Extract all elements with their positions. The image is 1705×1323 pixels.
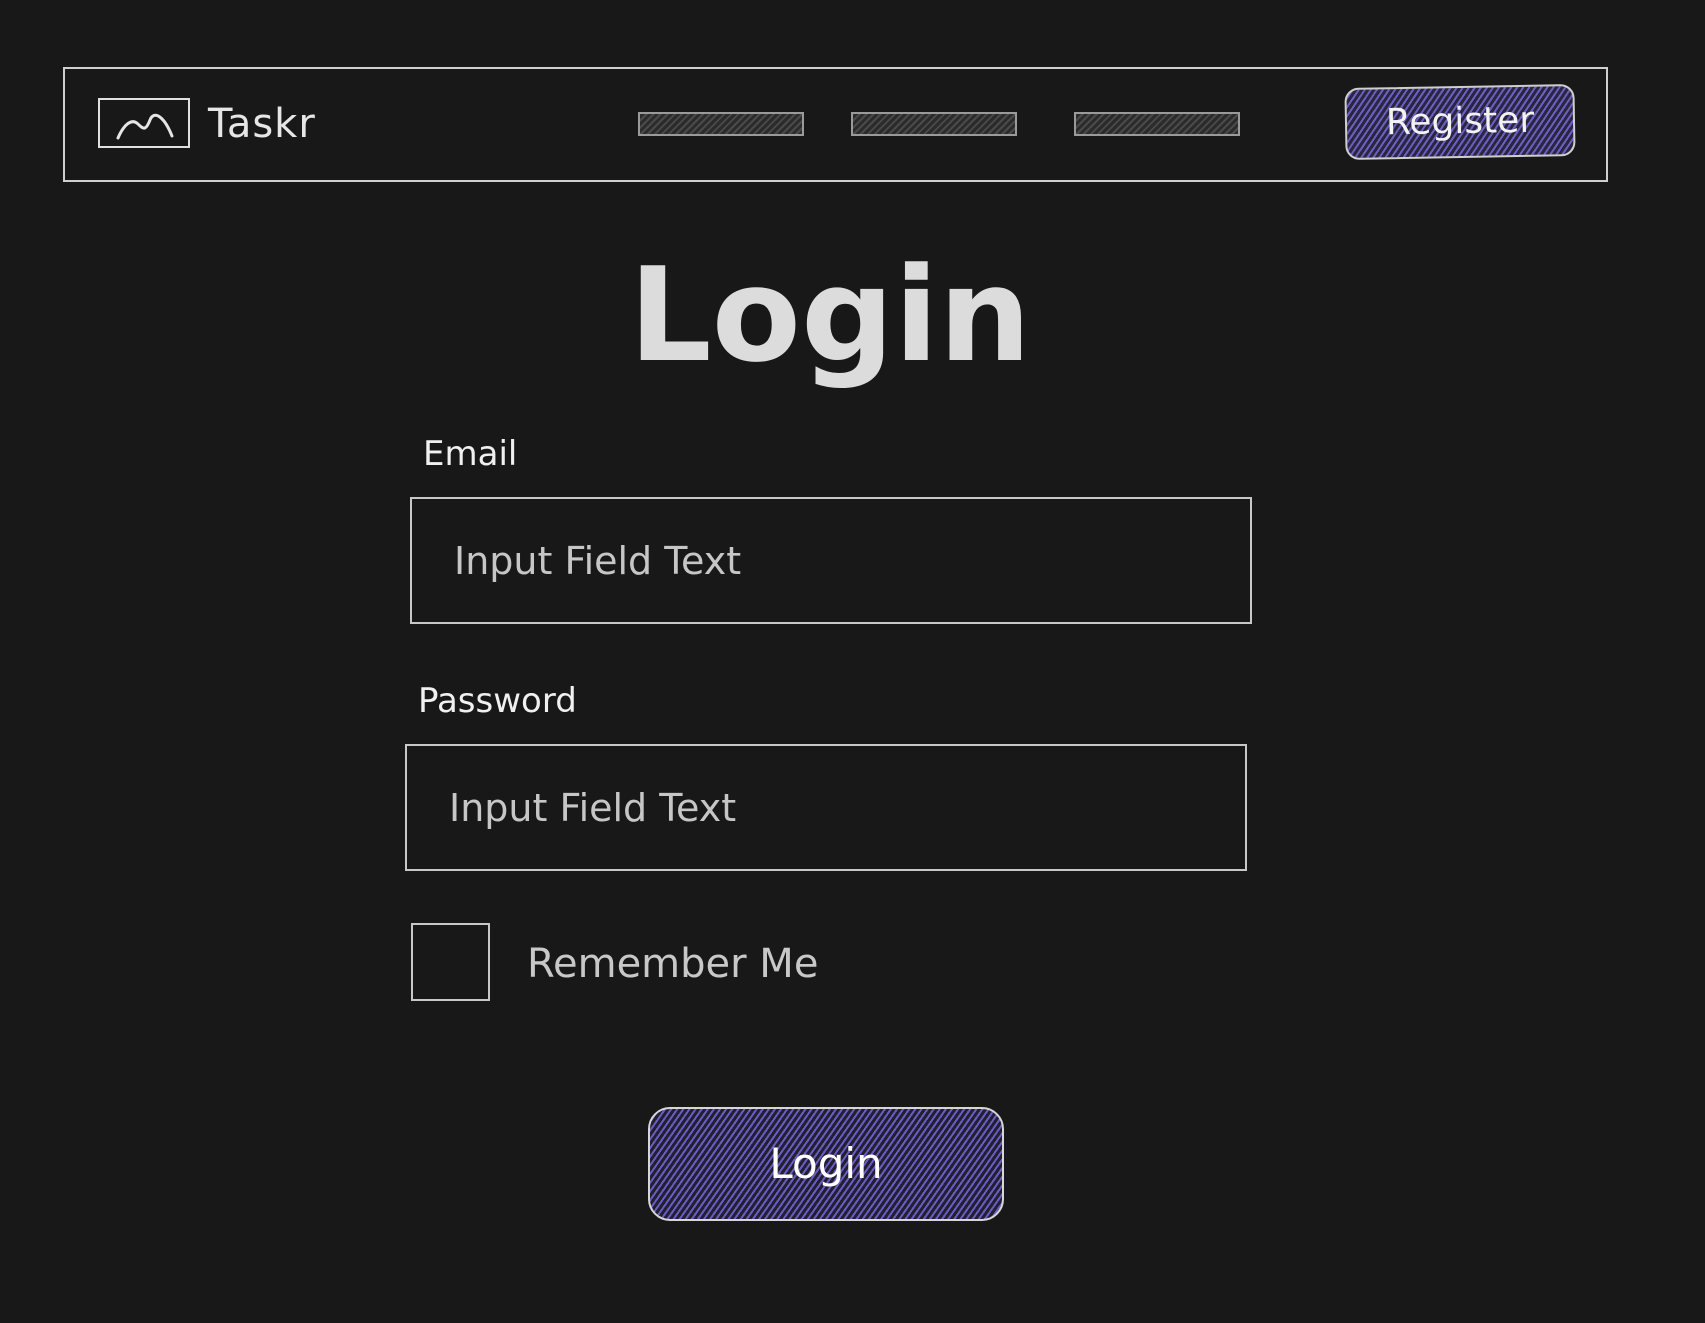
- email-label: Email: [423, 434, 518, 474]
- password-field[interactable]: Input Field Text: [405, 744, 1247, 871]
- remember-me-checkbox[interactable]: [411, 923, 490, 1001]
- register-button[interactable]: Register: [1344, 83, 1576, 161]
- nav-link-1[interactable]: [638, 112, 804, 136]
- nav-link-2[interactable]: [851, 112, 1017, 136]
- email-placeholder: Input Field Text: [454, 539, 742, 583]
- nav-link-3[interactable]: [1074, 112, 1240, 136]
- email-field[interactable]: Input Field Text: [410, 497, 1252, 624]
- login-page: Taskr Register Login Email Input Field T…: [0, 0, 1705, 1323]
- brand-name[interactable]: Taskr: [208, 99, 316, 149]
- password-placeholder: Input Field Text: [449, 786, 737, 830]
- password-label: Password: [418, 681, 577, 721]
- top-navbar: Taskr Register: [63, 67, 1608, 182]
- remember-me-label[interactable]: Remember Me: [527, 940, 818, 988]
- page-title: Login: [628, 239, 1032, 391]
- logo-icon[interactable]: [98, 98, 190, 148]
- login-button[interactable]: Login: [648, 1107, 1004, 1221]
